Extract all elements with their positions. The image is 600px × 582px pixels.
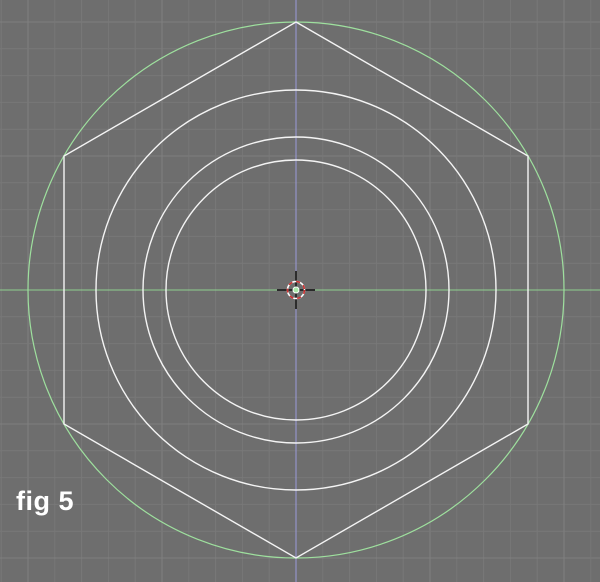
figure-label: fig 5 xyxy=(16,486,75,516)
viewport-canvas[interactable] xyxy=(0,0,600,582)
3d-viewport[interactable]: fig 5 xyxy=(0,0,600,582)
viewport-grid xyxy=(0,0,600,582)
object-origin-dot[interactable] xyxy=(292,286,300,294)
